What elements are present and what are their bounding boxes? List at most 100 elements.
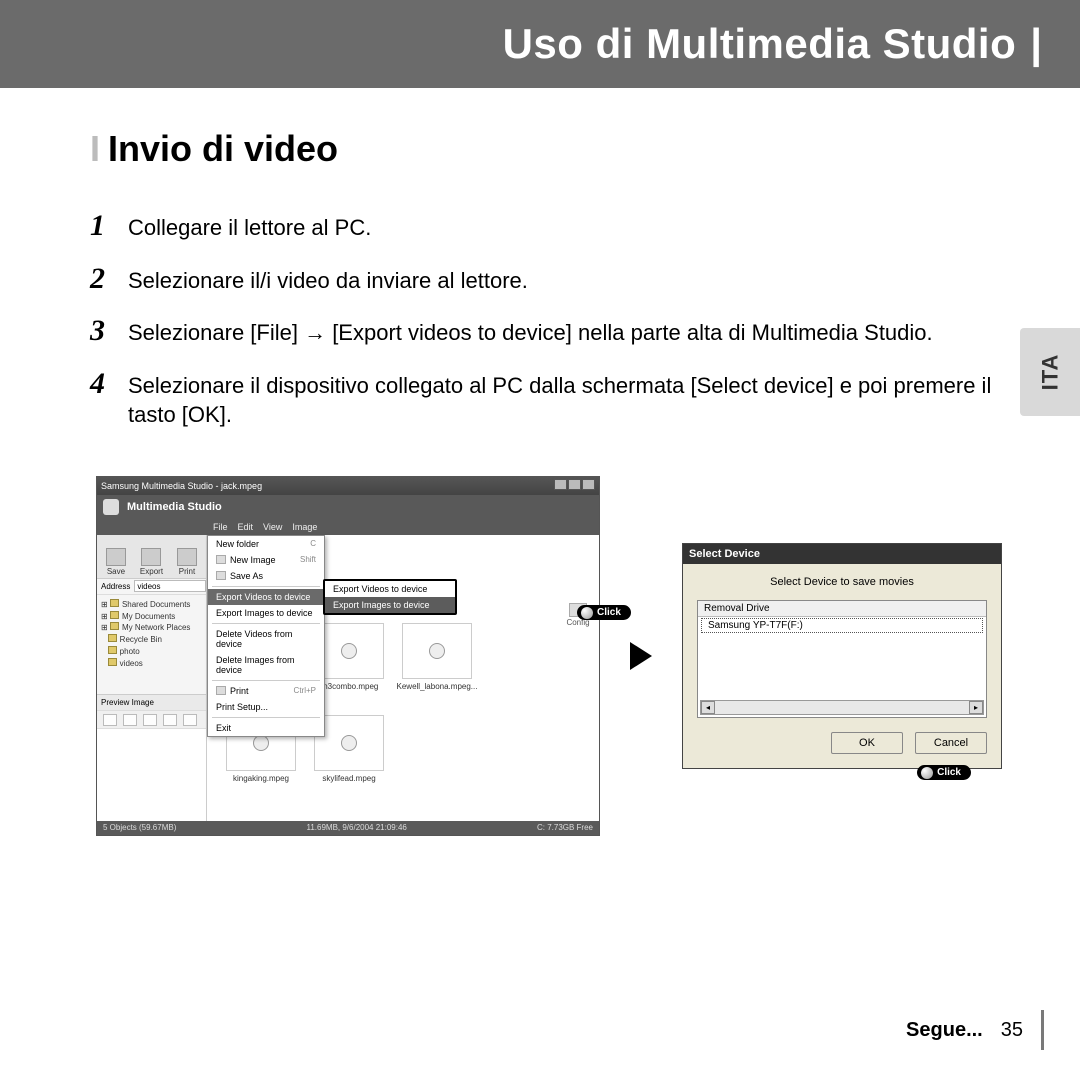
figures-row: Samsung Multimedia Studio - jack.mpeg Mu… xyxy=(90,476,1010,836)
app-name: Multimedia Studio xyxy=(127,501,222,513)
app-bar: Multimedia Studio xyxy=(97,495,599,519)
video-icon xyxy=(341,643,357,659)
window-buttons[interactable] xyxy=(553,479,595,492)
video-thumb[interactable]: Kewell_labona.mpeg... xyxy=(395,623,479,709)
step-num: 1 xyxy=(90,206,118,247)
step-num: 4 xyxy=(90,364,118,405)
step-text: Collegare il lettore al PC. xyxy=(128,213,1010,243)
step-num: 3 xyxy=(90,311,118,352)
footer-bar xyxy=(1041,1010,1044,1050)
preview-toolbar[interactable] xyxy=(97,710,206,728)
preview-tool-icon[interactable] xyxy=(143,714,157,726)
chevron-left-icon[interactable]: ◂ xyxy=(701,701,715,714)
tree-item[interactable]: videos xyxy=(101,658,202,670)
dialog-titlebar: Select Device xyxy=(683,544,1001,564)
select-device-dialog: Select Device Select Device to save movi… xyxy=(682,543,1002,769)
h-scrollbar[interactable]: ◂ ▸ xyxy=(700,700,984,715)
tree-item[interactable]: photo xyxy=(101,646,202,658)
dialog-body: Select Device to save movies Removal Dri… xyxy=(683,564,1001,768)
menu-item-print-setup[interactable]: Print Setup... xyxy=(208,699,324,715)
print-icon xyxy=(177,548,197,566)
step-4: 4 Selezionare il dispositivo collegato a… xyxy=(90,364,1010,430)
page-title: Uso di Multimedia Studio xyxy=(503,20,1017,68)
header-bar: Uso di Multimedia Studio | xyxy=(0,0,1080,88)
folder-icon xyxy=(108,646,117,654)
export-submenu[interactable]: Export Videos to device Export Images to… xyxy=(323,579,457,615)
submenu-export-images[interactable]: Export Images to device xyxy=(325,597,455,613)
ok-button[interactable]: OK xyxy=(831,732,903,754)
folder-icon xyxy=(110,611,119,619)
main-pane: New folderC New ImageShift Save As Expor… xyxy=(207,535,599,821)
device-item[interactable]: Samsung YP-T7F(F:) xyxy=(701,618,983,633)
menubar[interactable]: File Edit View Image xyxy=(97,519,599,535)
menu-item-exit[interactable]: Exit xyxy=(208,720,324,736)
step-text: Selezionare [File] → [Export videos to d… xyxy=(128,318,1010,348)
file-context-menu[interactable]: New folderC New ImageShift Save As Expor… xyxy=(207,535,325,737)
preview-tool-icon[interactable] xyxy=(103,714,117,726)
menu-edit[interactable]: Edit xyxy=(238,522,254,532)
menu-item-save-as[interactable]: Save As xyxy=(208,568,324,584)
dialog-message: Select Device to save movies xyxy=(697,576,987,588)
click-annotation: Click xyxy=(917,765,971,780)
page: Uso di Multimedia Studio | ITA I Invio d… xyxy=(0,0,1080,1080)
continue-label: Segue... xyxy=(906,1019,983,1042)
save-button[interactable]: Save xyxy=(106,548,126,576)
status-diskfree: C: 7.73GB Free xyxy=(537,823,593,832)
menu-item-delete-images[interactable]: Delete Images from device xyxy=(208,652,324,678)
language-label: ITA xyxy=(1037,354,1063,391)
preview-tool-icon[interactable] xyxy=(123,714,137,726)
menu-item-print[interactable]: PrintCtrl+P xyxy=(208,683,324,699)
export-icon xyxy=(141,548,161,566)
folder-tree[interactable]: ⊞ Shared Documents ⊞ My Documents ⊞ My N… xyxy=(97,595,206,695)
language-tab: ITA xyxy=(1020,328,1080,416)
menu-view[interactable]: View xyxy=(263,522,282,532)
device-listbox[interactable]: Removal Drive Samsung YP-T7F(F:) ◂ ▸ xyxy=(697,600,987,718)
preview-pane xyxy=(97,728,206,821)
status-fileinfo: 11.69MB, 9/6/2004 21:09:46 xyxy=(306,823,406,832)
menu-item-export-videos[interactable]: Export Videos to device xyxy=(208,589,324,605)
menu-image[interactable]: Image xyxy=(292,522,317,532)
menu-item-new-folder[interactable]: New folderC xyxy=(208,536,324,552)
save-icon xyxy=(106,548,126,566)
toolbar: Save Export Print xyxy=(97,535,206,579)
page-number: 35 xyxy=(1001,1019,1023,1042)
image-icon xyxy=(216,555,226,564)
address-input[interactable] xyxy=(134,580,206,592)
menu-item-export-images[interactable]: Export Images to device xyxy=(208,605,324,621)
step-text: Selezionare il/i video da inviare al let… xyxy=(128,266,1010,296)
menu-file[interactable]: File xyxy=(213,522,228,532)
menu-item-delete-videos[interactable]: Delete Videos from device xyxy=(208,626,324,652)
click-annotation: Click xyxy=(577,605,631,620)
step-1: 1 Collegare il lettore al PC. xyxy=(90,206,1010,247)
folder-icon xyxy=(108,634,117,642)
app-logo-icon xyxy=(103,499,119,515)
video-icon xyxy=(253,735,269,751)
video-icon xyxy=(429,643,445,659)
export-button[interactable]: Export xyxy=(140,548,163,576)
preview-tool-icon[interactable] xyxy=(163,714,177,726)
window-title: Samsung Multimedia Studio - jack.mpeg xyxy=(101,481,262,491)
folder-icon xyxy=(110,599,119,607)
tree-item[interactable]: ⊞ My Documents xyxy=(101,611,202,623)
print-button[interactable]: Print xyxy=(177,548,197,576)
section-heading: I Invio di video xyxy=(90,128,1010,170)
step-num: 2 xyxy=(90,259,118,300)
step-text: Selezionare il dispositivo collegato al … xyxy=(128,371,1010,430)
footer: Segue... 35 xyxy=(906,1010,1044,1050)
menu-item-new-image[interactable]: New ImageShift xyxy=(208,552,324,568)
tree-item[interactable]: Recycle Bin xyxy=(101,634,202,646)
chevron-right-icon[interactable]: ▸ xyxy=(969,701,983,714)
status-objects: 5 Objects (59.67MB) xyxy=(103,823,176,832)
video-icon xyxy=(341,735,357,751)
step-2: 2 Selezionare il/i video da inviare al l… xyxy=(90,259,1010,300)
submenu-export-videos[interactable]: Export Videos to device xyxy=(325,581,455,597)
print-icon xyxy=(216,686,226,695)
folder-icon xyxy=(110,622,119,630)
tree-item[interactable]: ⊞ My Network Places xyxy=(101,622,202,634)
step-3: 3 Selezionare [File] → [Export videos to… xyxy=(90,311,1010,352)
preview-tool-icon[interactable] xyxy=(183,714,197,726)
list-header: Removal Drive xyxy=(698,601,986,617)
tree-item[interactable]: ⊞ Shared Documents xyxy=(101,599,202,611)
cancel-button[interactable]: Cancel xyxy=(915,732,987,754)
status-bar: 5 Objects (59.67MB) 11.69MB, 9/6/2004 21… xyxy=(97,821,599,835)
